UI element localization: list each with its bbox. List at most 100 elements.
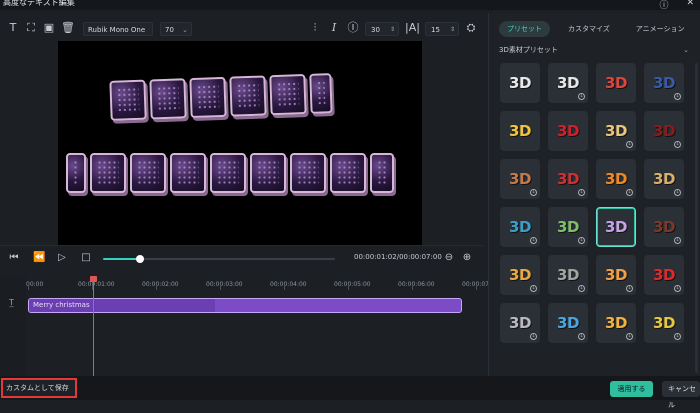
preset-tile-label: 3D [509, 314, 531, 332]
close-icon[interactable]: ✕ [686, 0, 694, 11]
download-icon[interactable]: ↓ [674, 285, 681, 292]
download-icon[interactable]: ↓ [674, 237, 681, 244]
preset-tile-label: 3D [557, 74, 579, 92]
preset-tile[interactable]: 3D [500, 111, 540, 151]
panel-tabs: プリセット カスタマイズ アニメーション [499, 21, 693, 37]
zoom-out-icon[interactable]: ⊖ [443, 252, 455, 264]
download-icon[interactable]: ↓ [626, 189, 633, 196]
frame-back-icon[interactable]: ⏪ [33, 252, 45, 264]
preset-tile[interactable]: 3D ↓ [644, 63, 684, 103]
italic-icon[interactable]: I [327, 21, 341, 35]
download-icon[interactable]: ↓ [530, 333, 537, 340]
preset-tile[interactable]: 3D ↓ [644, 111, 684, 151]
letter-block [370, 153, 394, 193]
download-icon[interactable]: ↓ [578, 333, 585, 340]
playback-progress[interactable] [103, 255, 335, 263]
stepper-icon[interactable]: ⇕ [450, 23, 455, 37]
letter-spacing-field[interactable]: 30 ⇕ [365, 22, 399, 36]
preset-tile-label: 3D [557, 314, 579, 332]
preset-tile[interactable]: 3D ↓ [644, 159, 684, 199]
line-spacing-icon[interactable]: |A| [405, 21, 420, 35]
panel-scrollbar[interactable] [695, 63, 698, 373]
download-icon[interactable]: ↓ [578, 237, 585, 244]
help-icon[interactable]: ⓘ [659, 0, 668, 11]
download-icon[interactable]: ↓ [578, 285, 585, 292]
align-icon[interactable]: ⫶ [308, 21, 322, 35]
letter-block [149, 78, 187, 120]
text-style-icon[interactable]: ⛭ [464, 21, 478, 35]
preset-tile[interactable]: 3D ↓ [596, 111, 636, 151]
letter-block [229, 75, 267, 117]
download-icon[interactable]: ↓ [626, 333, 633, 340]
preset-tile[interactable]: 3D [500, 63, 540, 103]
preset-tile[interactable]: 3D ↓ [644, 207, 684, 247]
preset-tile[interactable]: 3D ↓ [500, 207, 540, 247]
line-spacing-value: 15 [431, 26, 440, 34]
text-line-2 [66, 153, 394, 193]
progress-knob[interactable] [136, 255, 145, 263]
preset-tile-label: 3D [653, 170, 675, 188]
download-icon[interactable]: ↓ [530, 189, 537, 196]
letter-block [290, 153, 326, 193]
preset-tile[interactable]: 3D ↓ [548, 303, 588, 343]
preset-tile[interactable]: 3D ↓ [644, 255, 684, 295]
panel-tab[interactable]: カスタマイズ [560, 21, 618, 37]
download-icon[interactable]: ↓ [674, 189, 681, 196]
playhead[interactable] [93, 276, 94, 376]
download-icon[interactable]: ↓ [530, 237, 537, 244]
preset-tile[interactable]: 3D ↓ [596, 159, 636, 199]
preset-tile[interactable]: 3D ↓ [596, 255, 636, 295]
preset-tile[interactable]: 3D ↓ [596, 303, 636, 343]
trash-icon[interactable]: 🗑 [61, 21, 75, 35]
download-icon[interactable]: ↓ [674, 93, 681, 100]
preset-category-value: 3D素材プリセット [499, 46, 558, 54]
preset-tile-label: 3D [605, 122, 627, 140]
text-frame-icon[interactable]: ⛶ [24, 21, 38, 35]
track-header: T̲ [0, 276, 26, 376]
step-back-icon[interactable]: ⏮ [8, 252, 20, 264]
zoom-in-icon[interactable]: ⊕ [461, 252, 473, 264]
panel-tab[interactable]: アニメーション [628, 21, 693, 37]
preset-tile[interactable]: 3D [596, 207, 636, 247]
download-icon[interactable]: ↓ [578, 189, 585, 196]
preset-category-select[interactable]: 3D素材プリセット ⌄ [499, 44, 689, 57]
apply-button[interactable]: 適用する [610, 381, 653, 397]
download-icon[interactable]: ↓ [674, 333, 681, 340]
preset-tile[interactable]: 3D ↓ [548, 255, 588, 295]
download-icon[interactable]: ↓ [530, 285, 537, 292]
preset-tile[interactable]: 3D [596, 63, 636, 103]
preset-tile[interactable]: 3D [548, 111, 588, 151]
ruler-tick [476, 286, 477, 290]
ruler-tick-label: 00:00:06:00 [398, 281, 435, 288]
save-as-custom-button[interactable]: カスタムとして保存 [1, 378, 77, 398]
preset-tile[interactable]: 3D ↓ [644, 303, 684, 343]
font-size-select[interactable]: 70 ⌄ [160, 22, 192, 36]
preview-canvas[interactable] [58, 41, 422, 245]
preset-tile-label: 3D [605, 314, 627, 332]
download-icon[interactable]: ↓ [626, 285, 633, 292]
ruler-tick [412, 286, 413, 290]
download-icon[interactable]: ↓ [626, 141, 633, 148]
stop-icon[interactable]: □ [80, 252, 92, 264]
play-icon[interactable]: ▷ [56, 252, 68, 264]
preset-tile[interactable]: 3D ↓ [500, 303, 540, 343]
download-icon[interactable]: ↓ [578, 93, 585, 100]
line-spacing-field[interactable]: 15 ⇕ [425, 22, 459, 36]
preset-tile[interactable]: 3D ↓ [548, 159, 588, 199]
preset-tile[interactable]: 3D ↓ [548, 63, 588, 103]
cancel-button[interactable]: キャンセル [662, 381, 700, 409]
letter-block [330, 153, 366, 193]
panel-tab[interactable]: プリセット [499, 21, 550, 37]
font-family-select[interactable]: Rubik Mono One F [83, 22, 153, 48]
text-height-icon[interactable]: Ⓘ [346, 21, 360, 35]
download-icon[interactable]: ↓ [674, 141, 681, 148]
preset-tile[interactable]: 3D ↓ [500, 255, 540, 295]
preset-tile[interactable]: 3D ↓ [548, 207, 588, 247]
text-line-1 [109, 73, 333, 121]
preset-tile-label: 3D [653, 314, 675, 332]
image-icon[interactable]: ▣ [42, 21, 56, 35]
text-tool-icon[interactable]: T [6, 21, 20, 35]
preset-tile-label: 3D [653, 74, 675, 92]
preset-tile[interactable]: 3D ↓ [500, 159, 540, 199]
stepper-icon[interactable]: ⇕ [390, 23, 395, 37]
